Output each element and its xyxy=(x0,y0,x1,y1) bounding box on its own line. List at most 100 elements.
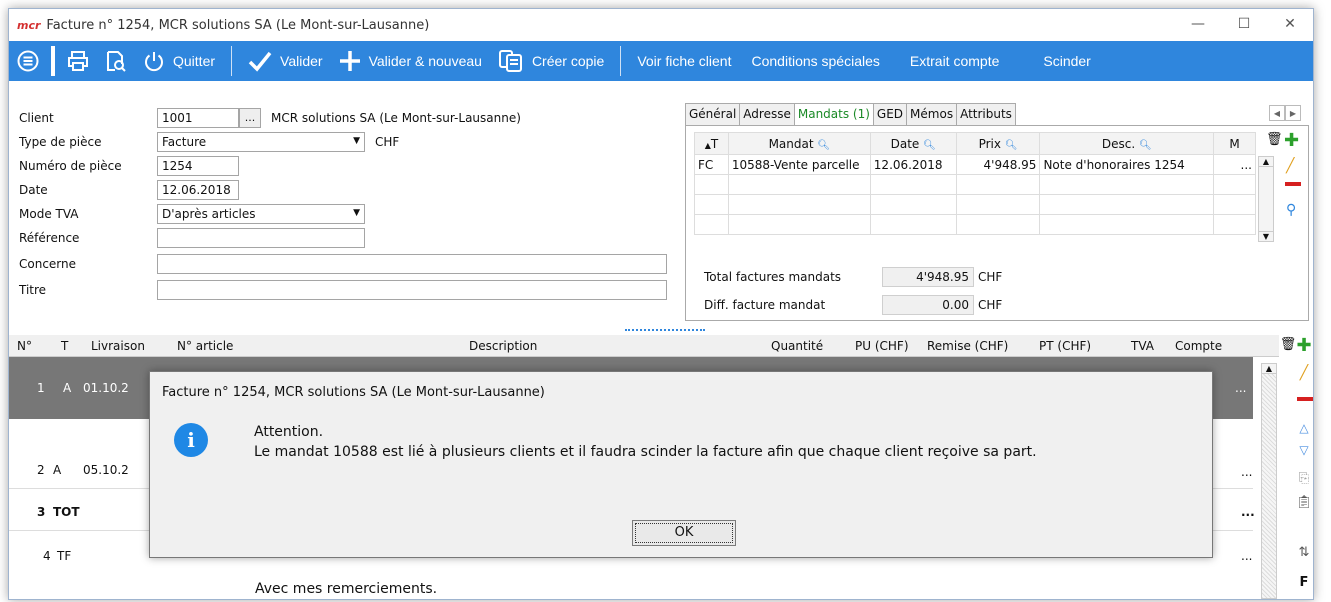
delete-column-icon[interactable]: 🗑︎ xyxy=(1266,132,1283,147)
paste-icon[interactable]: 📋︎ xyxy=(1293,495,1313,510)
format-icon[interactable]: F xyxy=(1293,575,1313,590)
col-header-account[interactable]: Compte xyxy=(1175,339,1222,353)
split-label: Scinder xyxy=(1043,53,1091,69)
table-row[interactable]: FC 10588-Vente parcelle 12.06.2018 4'948… xyxy=(694,154,1256,175)
client-label: Client xyxy=(19,111,54,125)
col-header-m[interactable]: M xyxy=(1213,132,1256,155)
date-label: Date xyxy=(19,183,48,197)
col-header-price[interactable]: Prix 🔍︎ xyxy=(955,132,1041,155)
ok-button[interactable]: OK xyxy=(632,520,736,546)
mandates-grid: ▲T Mandat 🔍︎ Date 🔍︎ Prix 🔍︎ Desc. 🔍︎ M … xyxy=(685,125,1309,321)
move-up-icon[interactable]: △ xyxy=(1293,421,1313,435)
col-header-total-price[interactable]: PT (CHF) xyxy=(1039,339,1091,353)
account-extract-button[interactable]: Extrait compte xyxy=(902,53,1007,69)
remove-icon[interactable] xyxy=(1285,182,1301,186)
quit-button[interactable]: Quitter xyxy=(135,50,223,72)
line-delivery: 01.10.2 xyxy=(83,381,129,395)
validate-new-button[interactable]: Valider & nouveau xyxy=(331,50,490,72)
col-header-type[interactable]: T xyxy=(61,339,68,353)
client-code-input[interactable]: 1001 xyxy=(157,108,239,128)
vat-mode-label: Mode TVA xyxy=(19,207,79,221)
line-more-button[interactable]: ... xyxy=(1241,505,1255,519)
col-header-mandate[interactable]: Mandat 🔍︎ xyxy=(727,132,871,155)
info-icon: i xyxy=(174,423,208,457)
col-header-discount[interactable]: Remise (CHF) xyxy=(927,339,1008,353)
line-more-button[interactable]: ... xyxy=(1241,549,1252,563)
minimize-button[interactable]: — xyxy=(1175,9,1221,39)
col-header-article[interactable]: N° article xyxy=(177,339,233,353)
doc-number-label: Numéro de pièce xyxy=(19,159,122,173)
sort-icon[interactable]: ⇅ xyxy=(1293,545,1313,560)
client-lookup-button[interactable]: ... xyxy=(239,108,261,128)
close-button[interactable]: ✕ xyxy=(1267,9,1313,39)
col-header-description[interactable]: Description xyxy=(469,339,537,353)
line-number: 2 xyxy=(37,463,45,477)
add-line-icon[interactable]: ✚ xyxy=(1293,335,1313,356)
cell-m[interactable]: ... xyxy=(1213,154,1256,175)
tab-general[interactable]: Général xyxy=(685,103,741,125)
remove-line-icon[interactable] xyxy=(1297,397,1313,401)
diff-mandate-value: 0.00 xyxy=(882,295,974,315)
dialog-heading: Attention. xyxy=(254,424,324,440)
total-mandates-label: Total factures mandats xyxy=(704,270,842,284)
doc-type-value: Facture xyxy=(162,135,207,149)
concerns-label: Concerne xyxy=(19,257,77,271)
maximize-button[interactable]: ☐ xyxy=(1221,9,1267,39)
zoom-icon[interactable]: ⚲ xyxy=(1286,202,1296,218)
print-icon[interactable] xyxy=(65,48,91,74)
edit-icon[interactable]: ╱ xyxy=(1286,158,1294,174)
window-title: Facture n° 1254, MCR solutions SA (Le Mo… xyxy=(46,17,430,33)
client-name: MCR solutions SA (Le Mont-sur-Lausanne) xyxy=(271,111,521,125)
col-header-date[interactable]: Date 🔍︎ xyxy=(869,132,957,155)
copy-icon[interactable]: ⎘ xyxy=(1293,471,1313,486)
col-header-delivery[interactable]: Livraison xyxy=(91,339,145,353)
vat-mode-value: D'après articles xyxy=(162,207,256,221)
dialog-title: Facture n° 1254, MCR solutions SA (Le Mo… xyxy=(162,385,545,400)
search-icon: 🔍︎ xyxy=(1139,139,1152,151)
tab-address[interactable]: Adresse xyxy=(739,103,795,125)
col-header-quantity[interactable]: Quantité xyxy=(771,339,823,353)
window-controls: — ☐ ✕ xyxy=(1175,9,1313,39)
col-header-desc[interactable]: Desc. 🔍︎ xyxy=(1039,132,1215,155)
doc-number-input[interactable]: 1254 xyxy=(157,156,239,176)
tab-memos[interactable]: Mémos xyxy=(906,103,958,125)
doc-type-select[interactable]: Facture ▼ xyxy=(157,132,365,152)
client-sheet-button[interactable]: Voir fiche client xyxy=(629,53,739,69)
menu-icon[interactable] xyxy=(15,48,41,74)
tab-ged[interactable]: GED xyxy=(872,103,908,125)
dialog-message: Le mandat 10588 est lié à plusieurs clie… xyxy=(254,444,1037,460)
toolbar: Quitter Valider Valider & nouveau Créer … xyxy=(9,41,1313,81)
col-header-vat[interactable]: TVA xyxy=(1131,339,1154,353)
lines-scrollbar[interactable]: ▲ xyxy=(1261,363,1277,599)
add-icon[interactable]: ✚ xyxy=(1284,130,1299,151)
concerns-input[interactable] xyxy=(157,254,667,274)
doc-type-label: Type de pièce xyxy=(19,135,102,149)
splitter-handle[interactable] xyxy=(625,329,705,331)
line-more-button[interactable]: ... xyxy=(1235,381,1246,395)
tab-scroll-right-icon[interactable]: ▶ xyxy=(1285,105,1301,121)
col-header-type[interactable]: ▲T xyxy=(694,132,729,155)
split-button[interactable]: Scinder xyxy=(1035,53,1098,69)
diff-mandate-label: Diff. facture mandat xyxy=(704,298,826,312)
create-copy-button[interactable]: Créer copie xyxy=(490,49,612,73)
date-input[interactable]: 12.06.2018 xyxy=(157,180,239,200)
move-down-icon[interactable]: ▽ xyxy=(1293,443,1313,457)
title-label: Titre xyxy=(19,283,47,297)
mandates-scrollbar[interactable]: ▲ ▼ xyxy=(1258,156,1274,242)
edit-line-icon[interactable]: ╱ xyxy=(1293,365,1313,381)
panel-tabs: Général Adresse Mandats (1) GED Mémos At… xyxy=(685,103,1016,125)
toolbar-separator xyxy=(231,46,233,76)
warning-dialog: Facture n° 1254, MCR solutions SA (Le Mo… xyxy=(149,371,1213,558)
validate-button[interactable]: Valider xyxy=(240,50,331,72)
tab-attributes[interactable]: Attributs xyxy=(956,103,1016,125)
print-preview-icon[interactable] xyxy=(103,48,129,74)
col-header-number[interactable]: N° xyxy=(17,339,32,353)
col-header-unit-price[interactable]: PU (CHF) xyxy=(855,339,909,353)
special-conditions-button[interactable]: Conditions spéciales xyxy=(743,53,887,69)
line-more-button[interactable]: ... xyxy=(1241,465,1252,479)
vat-mode-select[interactable]: D'après articles ▼ xyxy=(157,204,365,224)
tab-mandates[interactable]: Mandats (1) xyxy=(793,103,874,125)
title-input[interactable] xyxy=(157,280,667,300)
tab-scroll-left-icon[interactable]: ◀ xyxy=(1269,105,1285,121)
reference-input[interactable] xyxy=(157,228,365,248)
